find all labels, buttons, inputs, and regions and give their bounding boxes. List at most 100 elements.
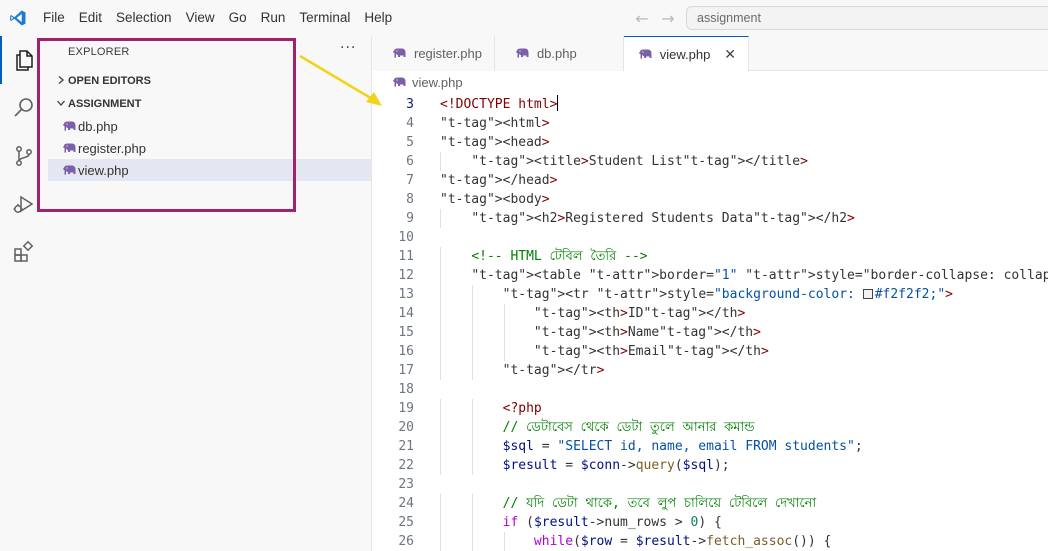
code-line[interactable]: 22 $result = $conn->query($sql); [372,456,1048,475]
file-label: db.php [78,118,118,134]
menu-bar: File Edit Selection View Go Run Terminal… [36,0,399,36]
tab-register[interactable]: register.php [372,36,495,71]
tab-db[interactable]: db.php [494,36,624,71]
code-text: if ($result->num_rows > 0) { [502,515,722,530]
code-line[interactable]: 9 "t-tag"><h2>Registered Students Data"t… [372,209,1048,228]
code-line[interactable]: 17 "t-tag"></tr> [372,361,1048,380]
line-number: 17 [398,363,414,378]
code-editor[interactable]: 3 <!DOCTYPE html> 4 "t-tag"><html> 5 "t-tag">… [372,95,1048,551]
php-elephant-icon [390,75,408,89]
file-item-register[interactable]: register.php [48,137,372,159]
php-elephant-icon [60,141,78,155]
breadcrumb-file[interactable]: view.php [412,75,463,90]
code-line[interactable]: 26 while($row = $result->fetch_assoc()) … [372,532,1048,551]
run-debug-icon[interactable] [0,180,48,228]
more-actions-icon[interactable]: ··· [340,40,356,56]
line-number: 13 [398,287,414,302]
line-number: 14 [398,306,414,321]
code-line[interactable]: 24 // যদি ডেটা থাকে, তবে লুপ চালিয়ে টেব… [372,494,1048,513]
code-line[interactable]: 12 "t-tag"><table "t-attr">border="1" "t… [372,266,1048,285]
code-line[interactable]: 14 "t-tag"><th>ID"t-tag"></th> [372,304,1048,323]
menu-edit[interactable]: Edit [72,0,109,36]
line-number: 18 [398,382,414,397]
source-control-icon[interactable] [0,132,48,180]
breadcrumb: view.php [390,71,463,93]
code-line[interactable]: 25 if ($result->num_rows > 0) { [372,513,1048,532]
explorer-files-icon[interactable] [0,36,48,84]
code-text: "t-tag"><h2>Registered Students Data"t-t… [471,211,855,226]
search-icon[interactable] [0,84,48,132]
vscode-logo-icon [0,0,36,36]
forward-arrow-icon[interactable]: → [660,9,676,28]
line-number: 19 [398,401,414,416]
code-line[interactable]: 3 <!DOCTYPE html> [372,95,1048,114]
activity-bar [0,36,48,551]
code-text: "t-tag"><th>Email"t-tag"></th> [533,344,769,359]
code-line[interactable]: 20 // ডেটাবেস থেকে ডেটা তুলে আনার কমান্ড [372,418,1048,437]
code-line[interactable]: 13 "t-tag"><tr "t-attr">style="backgroun… [372,285,1048,304]
line-number: 7 [406,173,414,188]
code-line[interactable]: 15 "t-tag"><th>Name"t-tag"></th> [372,323,1048,342]
code-line[interactable]: 23 [372,475,1048,494]
line-number: 24 [398,496,414,511]
tab-label: register.php [414,46,482,61]
code-line[interactable]: 11 <!-- HTML টেবিল তৈরি --> [372,247,1048,266]
line-number: 8 [406,192,414,207]
title-bar: File Edit Selection View Go Run Terminal… [0,0,1048,36]
extensions-icon[interactable] [0,228,48,276]
php-elephant-icon [636,48,654,62]
menu-help[interactable]: Help [357,0,399,36]
file-item-view[interactable]: view.php [48,159,372,181]
code-line[interactable]: 4 "t-tag"><html> [372,114,1048,133]
open-editors-section[interactable]: OPEN EDITORS [48,70,372,92]
menu-terminal[interactable]: Terminal [292,0,357,36]
line-number: 3 [406,97,414,112]
code-line[interactable]: 6 "t-tag"><title>Student List"t-tag"></t… [372,152,1048,171]
line-number: 23 [398,477,414,492]
tab-label: db.php [536,46,577,61]
close-icon[interactable]: ✕ [724,46,736,63]
menu-file[interactable]: File [36,0,72,36]
line-number: 20 [398,420,414,435]
line-number: 26 [398,534,414,549]
code-line[interactable]: 8 "t-tag"><body> [372,190,1048,209]
code-text: $result = $conn->query($sql); [502,458,730,473]
code-text: <!DOCTYPE html> [440,95,559,112]
code-text: // যদি ডেটা থাকে, তবে লুপ চালিয়ে টেবিলে… [502,496,817,511]
line-number: 12 [398,268,414,283]
line-number: 6 [406,154,414,169]
code-text: <?php [502,401,542,416]
folder-label: ASSIGNMENT [68,98,142,110]
php-elephant-icon [60,163,78,177]
file-item-db[interactable]: db.php [48,115,372,137]
line-number: 4 [406,116,414,131]
tab-view[interactable]: view.php ✕ [623,36,750,72]
tab-label: view.php [659,47,711,62]
php-elephant-icon [60,119,78,133]
code-line[interactable]: 10 [372,228,1048,247]
code-text: "t-tag"><tr "t-attr">style="background-c… [502,287,953,302]
php-elephant-icon [513,47,531,61]
menu-selection[interactable]: Selection [109,0,179,36]
folder-assignment-section[interactable]: ASSIGNMENT [48,93,372,115]
menu-run[interactable]: Run [254,0,293,36]
line-number: 9 [406,211,414,226]
code-line[interactable]: 18 [372,380,1048,399]
code-line[interactable]: 5 "t-tag"><head> [372,133,1048,152]
back-arrow-icon[interactable]: ← [634,9,650,28]
command-center-search[interactable]: assignment [686,6,1048,30]
code-text: "t-tag"></head> [440,173,558,188]
line-number: 25 [398,515,414,530]
editor-area: register.php db.php view.php ✕ view.php … [372,36,1048,551]
open-editors-label: OPEN EDITORS [68,75,151,87]
menu-go[interactable]: Go [222,0,254,36]
menu-view[interactable]: View [179,0,222,36]
code-line[interactable]: 19 <?php [372,399,1048,418]
code-line[interactable]: 7 "t-tag"></head> [372,171,1048,190]
code-text: $sql = "SELECT id, name, email FROM stud… [502,439,863,454]
chevron-right-icon [48,75,68,88]
code-text: while($row = $result->fetch_assoc()) { [533,534,832,549]
code-line[interactable]: 21 $sql = "SELECT id, name, email FROM s… [372,437,1048,456]
code-line[interactable]: 16 "t-tag"><th>Email"t-tag"></th> [372,342,1048,361]
code-text: "t-tag"><body> [440,192,550,207]
